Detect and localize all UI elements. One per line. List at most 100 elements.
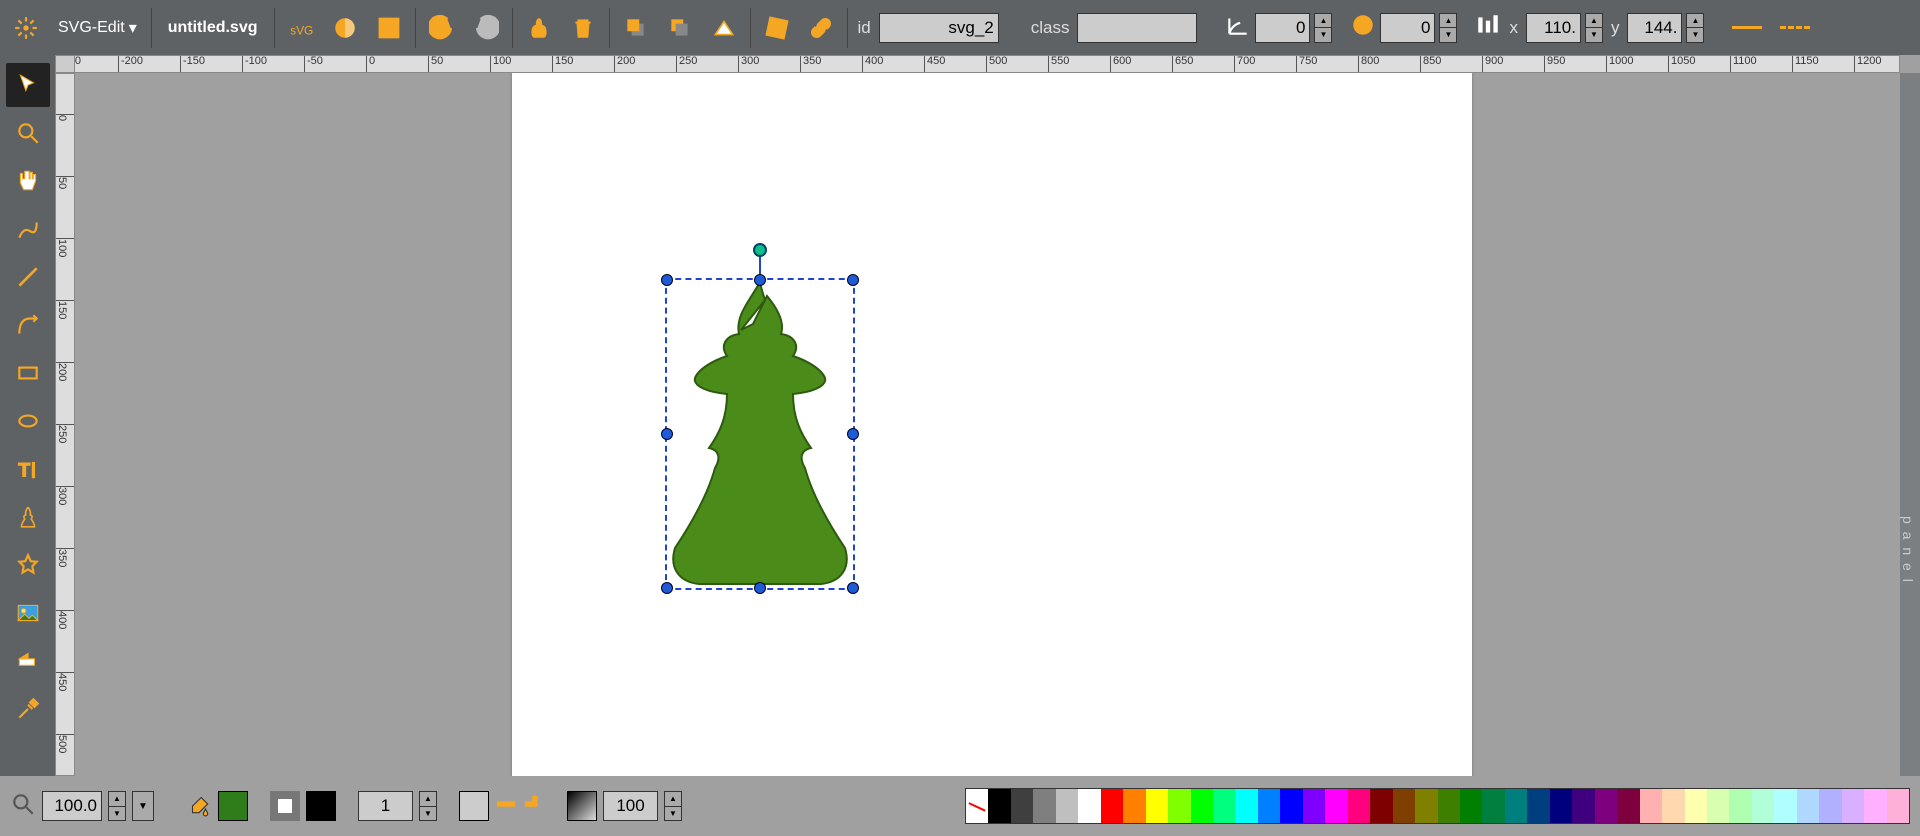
clone-button[interactable] bbox=[519, 8, 559, 48]
spinner-down-icon[interactable]: ▼ bbox=[1315, 28, 1331, 42]
palette-color[interactable] bbox=[1370, 789, 1392, 823]
palette-color[interactable] bbox=[1258, 789, 1280, 823]
opacity-swatch[interactable] bbox=[567, 791, 597, 821]
palette-color[interactable] bbox=[1729, 789, 1751, 823]
palette-color[interactable] bbox=[1168, 789, 1190, 823]
x-input[interactable] bbox=[1526, 13, 1581, 43]
linecap-icon[interactable] bbox=[495, 793, 517, 820]
spinner-up-icon[interactable]: ▲ bbox=[420, 792, 436, 807]
move-bottom-button[interactable] bbox=[660, 8, 700, 48]
palette-color[interactable] bbox=[1146, 789, 1168, 823]
palette-color[interactable] bbox=[1033, 789, 1055, 823]
palette-color[interactable] bbox=[1213, 789, 1235, 823]
x-spinner[interactable]: ▲▼ bbox=[1585, 13, 1603, 43]
opacity-input[interactable] bbox=[603, 791, 658, 821]
delete-button[interactable] bbox=[563, 8, 603, 48]
undo-button[interactable] bbox=[422, 8, 462, 48]
zoom-spinner[interactable]: ▲▼ bbox=[108, 791, 126, 821]
spinner-up-icon[interactable]: ▲ bbox=[1315, 14, 1331, 29]
palette-color[interactable] bbox=[1393, 789, 1415, 823]
palette-color[interactable] bbox=[1191, 789, 1213, 823]
star-tool[interactable] bbox=[6, 543, 50, 587]
palette-color[interactable] bbox=[1011, 789, 1033, 823]
spinner-down-icon[interactable]: ▼ bbox=[665, 807, 681, 821]
stroke-width-spinner[interactable]: ▲▼ bbox=[419, 791, 437, 821]
linejoin-icon[interactable] bbox=[523, 793, 545, 820]
image-tool[interactable] bbox=[6, 591, 50, 635]
pencil-tool[interactable] bbox=[6, 207, 50, 251]
palette-color[interactable] bbox=[1685, 789, 1707, 823]
blur-input[interactable] bbox=[1380, 13, 1435, 43]
spinner-up-icon[interactable]: ▲ bbox=[1687, 14, 1703, 29]
edit-source-button[interactable]: sVG bbox=[281, 8, 321, 48]
palette-color[interactable] bbox=[1415, 789, 1437, 823]
align-icon[interactable] bbox=[1475, 12, 1501, 43]
path-tool[interactable] bbox=[6, 303, 50, 347]
spinner-down-icon[interactable]: ▼ bbox=[1586, 28, 1602, 42]
spinner-down-icon[interactable]: ▼ bbox=[1440, 28, 1456, 42]
convert-path-button[interactable] bbox=[757, 8, 797, 48]
palette-color[interactable] bbox=[1774, 789, 1796, 823]
palette-color[interactable] bbox=[1056, 789, 1078, 823]
filename-label[interactable]: untitled.svg bbox=[158, 19, 268, 37]
select-tool[interactable] bbox=[6, 63, 50, 107]
palette-color[interactable] bbox=[1101, 789, 1123, 823]
zoom-icon[interactable] bbox=[10, 791, 36, 822]
eyedropper-tool[interactable] bbox=[6, 687, 50, 731]
move-top-button[interactable] bbox=[616, 8, 656, 48]
spinner-down-icon[interactable]: ▼ bbox=[109, 807, 125, 821]
palette-color[interactable] bbox=[1842, 789, 1864, 823]
grid-button[interactable] bbox=[369, 8, 409, 48]
side-panel-handle[interactable]: p a n e l bbox=[1900, 73, 1920, 776]
palette-color[interactable] bbox=[1550, 789, 1572, 823]
ellipse-tool[interactable] bbox=[6, 399, 50, 443]
palette-color[interactable] bbox=[1819, 789, 1841, 823]
palette-color[interactable] bbox=[1752, 789, 1774, 823]
fill-swatch[interactable] bbox=[218, 791, 248, 821]
palette-color[interactable] bbox=[1280, 789, 1302, 823]
palette-color[interactable] bbox=[1438, 789, 1460, 823]
palette-color[interactable] bbox=[1348, 789, 1370, 823]
linejoin-button[interactable] bbox=[459, 791, 489, 821]
palette-color[interactable] bbox=[1482, 789, 1504, 823]
shapelib-tool[interactable] bbox=[6, 495, 50, 539]
zoom-tool[interactable] bbox=[6, 111, 50, 155]
angle-spinner[interactable]: ▲▼ bbox=[1314, 13, 1332, 43]
work-area[interactable] bbox=[75, 73, 1900, 776]
palette-color[interactable] bbox=[1707, 789, 1729, 823]
palette-color[interactable] bbox=[1572, 789, 1594, 823]
group-button[interactable] bbox=[704, 8, 744, 48]
palette-color[interactable] bbox=[1460, 789, 1482, 823]
link-button[interactable] bbox=[801, 8, 841, 48]
spinner-down-icon[interactable]: ▼ bbox=[420, 807, 436, 821]
angle-input[interactable] bbox=[1255, 13, 1310, 43]
spinner-up-icon[interactable]: ▲ bbox=[1586, 14, 1602, 29]
stroke-swatch-outer[interactable] bbox=[270, 791, 300, 821]
spinner-up-icon[interactable]: ▲ bbox=[1440, 14, 1456, 29]
palette-color[interactable] bbox=[1527, 789, 1549, 823]
palette-color[interactable] bbox=[1617, 789, 1639, 823]
spinner-up-icon[interactable]: ▲ bbox=[665, 792, 681, 807]
palette-color[interactable] bbox=[1797, 789, 1819, 823]
zoom-menu-button[interactable]: ▼ bbox=[132, 791, 154, 821]
redo-button[interactable] bbox=[466, 8, 506, 48]
palette-color[interactable] bbox=[1505, 789, 1527, 823]
stroke-width-input[interactable] bbox=[358, 791, 413, 821]
id-input[interactable] bbox=[879, 13, 999, 43]
palette-color[interactable] bbox=[1595, 789, 1617, 823]
spinner-up-icon[interactable]: ▲ bbox=[109, 792, 125, 807]
palette-none[interactable] bbox=[966, 789, 988, 823]
placemark-tool[interactable] bbox=[6, 639, 50, 683]
palette-color[interactable] bbox=[1887, 789, 1909, 823]
blur-spinner[interactable]: ▲▼ bbox=[1439, 13, 1457, 43]
class-input[interactable] bbox=[1077, 13, 1197, 43]
canvas[interactable] bbox=[512, 73, 1472, 776]
palette-color[interactable] bbox=[1662, 789, 1684, 823]
selected-shape[interactable] bbox=[665, 278, 855, 590]
y-spinner[interactable]: ▲▼ bbox=[1686, 13, 1704, 43]
opacity-spinner[interactable]: ▲▼ bbox=[664, 791, 682, 821]
palette-color[interactable] bbox=[1078, 789, 1100, 823]
palette-color[interactable] bbox=[988, 789, 1010, 823]
stroke-swatch[interactable] bbox=[306, 791, 336, 821]
stroke-solid-option[interactable] bbox=[1732, 26, 1762, 29]
